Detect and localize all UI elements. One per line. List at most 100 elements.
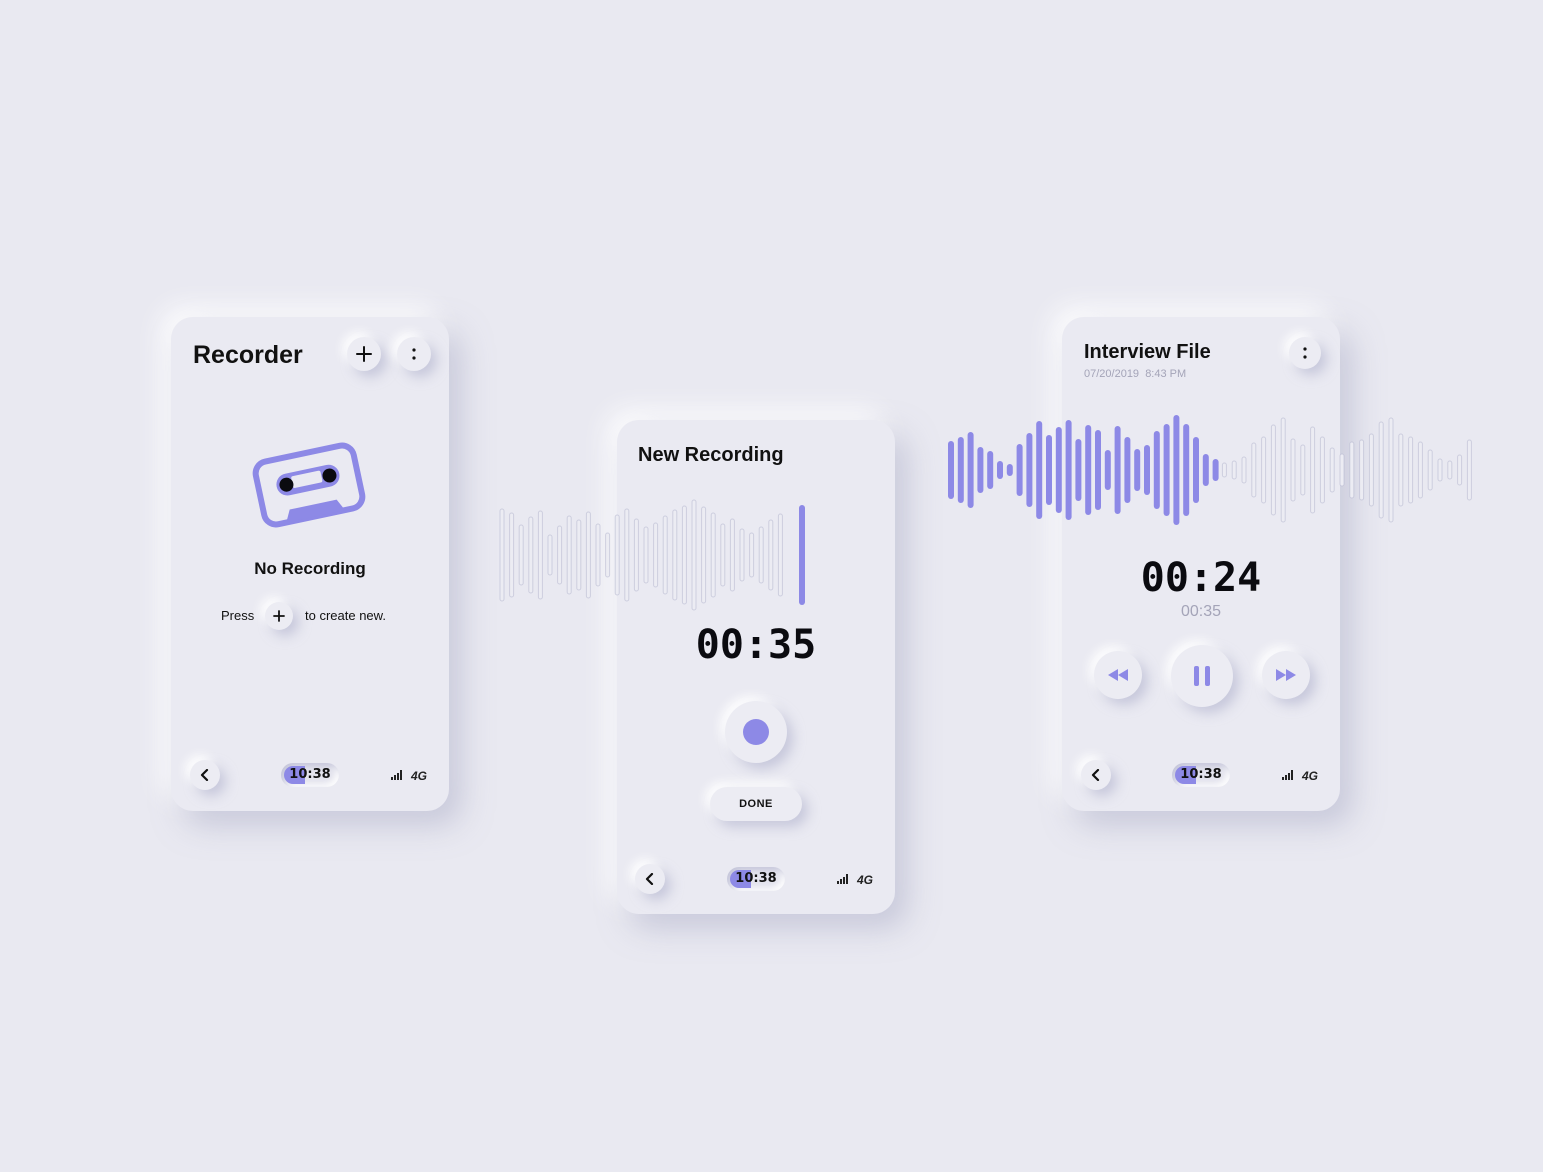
add-recording-button[interactable]: [347, 337, 381, 371]
waveform-bar-played: [1124, 437, 1131, 503]
waveform-bar: [557, 525, 563, 585]
waveform-bar-played: [967, 432, 974, 508]
chevron-left-icon: [645, 873, 654, 885]
waveform-bar-played: [948, 441, 954, 499]
page-title: Interview File: [1084, 341, 1211, 363]
inline-add-button[interactable]: [265, 602, 293, 630]
waveform-bar: [739, 528, 745, 582]
waveform-bar: [1398, 433, 1404, 507]
waveform-bar-played: [1173, 415, 1180, 525]
date-text: 07/20/2019: [1084, 368, 1140, 380]
waveform-bar-played: [1026, 433, 1033, 507]
waveform-bar-played: [1104, 450, 1111, 490]
waveform-bar: [1329, 447, 1335, 493]
waveform-bar: [585, 511, 591, 599]
rewind-button[interactable]: [1094, 651, 1142, 699]
waveform-bar: [1241, 456, 1247, 484]
waveform-bar: [1388, 417, 1394, 523]
waveform-bar: [653, 522, 659, 588]
signal-icon: [1282, 770, 1293, 780]
plus-icon: [356, 346, 372, 362]
waveform-bar: [777, 513, 783, 597]
waveform-bar: [1408, 436, 1414, 504]
waveform-bar-played: [1046, 435, 1052, 505]
page-title: Recorder: [193, 341, 303, 369]
waveform-bar: [720, 523, 726, 587]
recording-timer: 00:35: [695, 622, 817, 668]
waveform-bar: [1359, 439, 1365, 501]
waveform-bar: [1270, 424, 1276, 516]
playback-waveform: [948, 415, 1472, 525]
page-title: New Recording: [638, 444, 784, 466]
clock-pill: 10:38: [281, 763, 339, 787]
waveform-bar-played: [1016, 444, 1023, 496]
plus-icon: [273, 610, 285, 622]
chevron-left-icon: [1091, 769, 1100, 781]
waveform-bar-played: [1114, 426, 1121, 514]
waveform-bar-played: [1075, 439, 1082, 501]
back-button[interactable]: [190, 760, 220, 790]
waveform-bar: [499, 508, 505, 602]
waveform-bar: [1378, 421, 1384, 519]
empty-state-title: No Recording: [254, 559, 366, 578]
waveform-bar: [1300, 444, 1306, 496]
waveform-bar: [614, 514, 620, 596]
more-vertical-icon: [1303, 347, 1307, 359]
waveform-bar: [633, 518, 639, 592]
waveform-bar: [595, 523, 601, 587]
more-menu-button[interactable]: [397, 337, 431, 371]
hint-text-after: to create new.: [305, 608, 386, 623]
pause-button[interactable]: [1171, 645, 1233, 707]
waveform-bar-played: [1144, 445, 1150, 495]
waveform-bar: [605, 532, 611, 578]
hint-text-before: Press: [221, 608, 255, 623]
waveform-bar: [518, 524, 524, 586]
signal-icon: [837, 874, 848, 884]
back-button[interactable]: [1081, 760, 1111, 790]
waveform-bar-played: [1163, 424, 1170, 516]
waveform-bar: [1251, 442, 1257, 498]
waveform-bar: [1261, 436, 1267, 504]
waveform-bar: [1417, 441, 1423, 499]
waveform-bar: [758, 526, 764, 584]
signal-icon: [391, 770, 402, 780]
waveform-bar-played: [1065, 420, 1072, 520]
waveform-bar: [1368, 433, 1374, 507]
network-label: 4G: [857, 873, 874, 887]
waveform-bar: [509, 512, 515, 598]
waveform-bar-played: [977, 447, 984, 493]
waveform-bar: [643, 526, 649, 584]
waveform-bar: [1339, 453, 1345, 487]
waveform-bar-played: [1006, 464, 1013, 476]
waveform-bar: [566, 515, 572, 595]
more-menu-button[interactable]: [1289, 337, 1321, 369]
waveform-bar: [1221, 462, 1227, 478]
waveform-bar-played: [957, 437, 964, 503]
waveform-bar: [681, 505, 687, 605]
waveform-bar: [672, 509, 678, 601]
fast-forward-button[interactable]: [1262, 651, 1310, 699]
waveform-bar: [691, 499, 697, 611]
chevron-left-icon: [200, 769, 209, 781]
recorder-card: Recorder No Recording Press to create ne…: [171, 317, 449, 811]
status-time: 10:38: [1180, 767, 1222, 782]
status-time: 10:38: [735, 871, 777, 886]
waveform-bar-played: [1085, 425, 1092, 515]
done-button[interactable]: DONE: [710, 787, 802, 821]
waveform-bar: [1231, 460, 1237, 480]
waveform-bar: [768, 519, 774, 591]
waveform-bar: [1349, 441, 1355, 499]
waveform-bar: [1427, 449, 1433, 491]
waveform-bar: [749, 532, 755, 578]
network-label: 4G: [411, 769, 428, 783]
record-button[interactable]: [725, 701, 787, 763]
waveform-bar-played: [1193, 437, 1199, 503]
clock-pill: 10:38: [727, 867, 785, 891]
waveform-bar: [624, 508, 630, 602]
fast-forward-icon: [1276, 669, 1296, 681]
cassette-icon: [252, 442, 366, 528]
waveform-bar-played: [997, 461, 1003, 479]
waveform-bar: [729, 518, 735, 592]
back-button[interactable]: [635, 864, 665, 894]
waveform-bar: [1290, 438, 1296, 502]
